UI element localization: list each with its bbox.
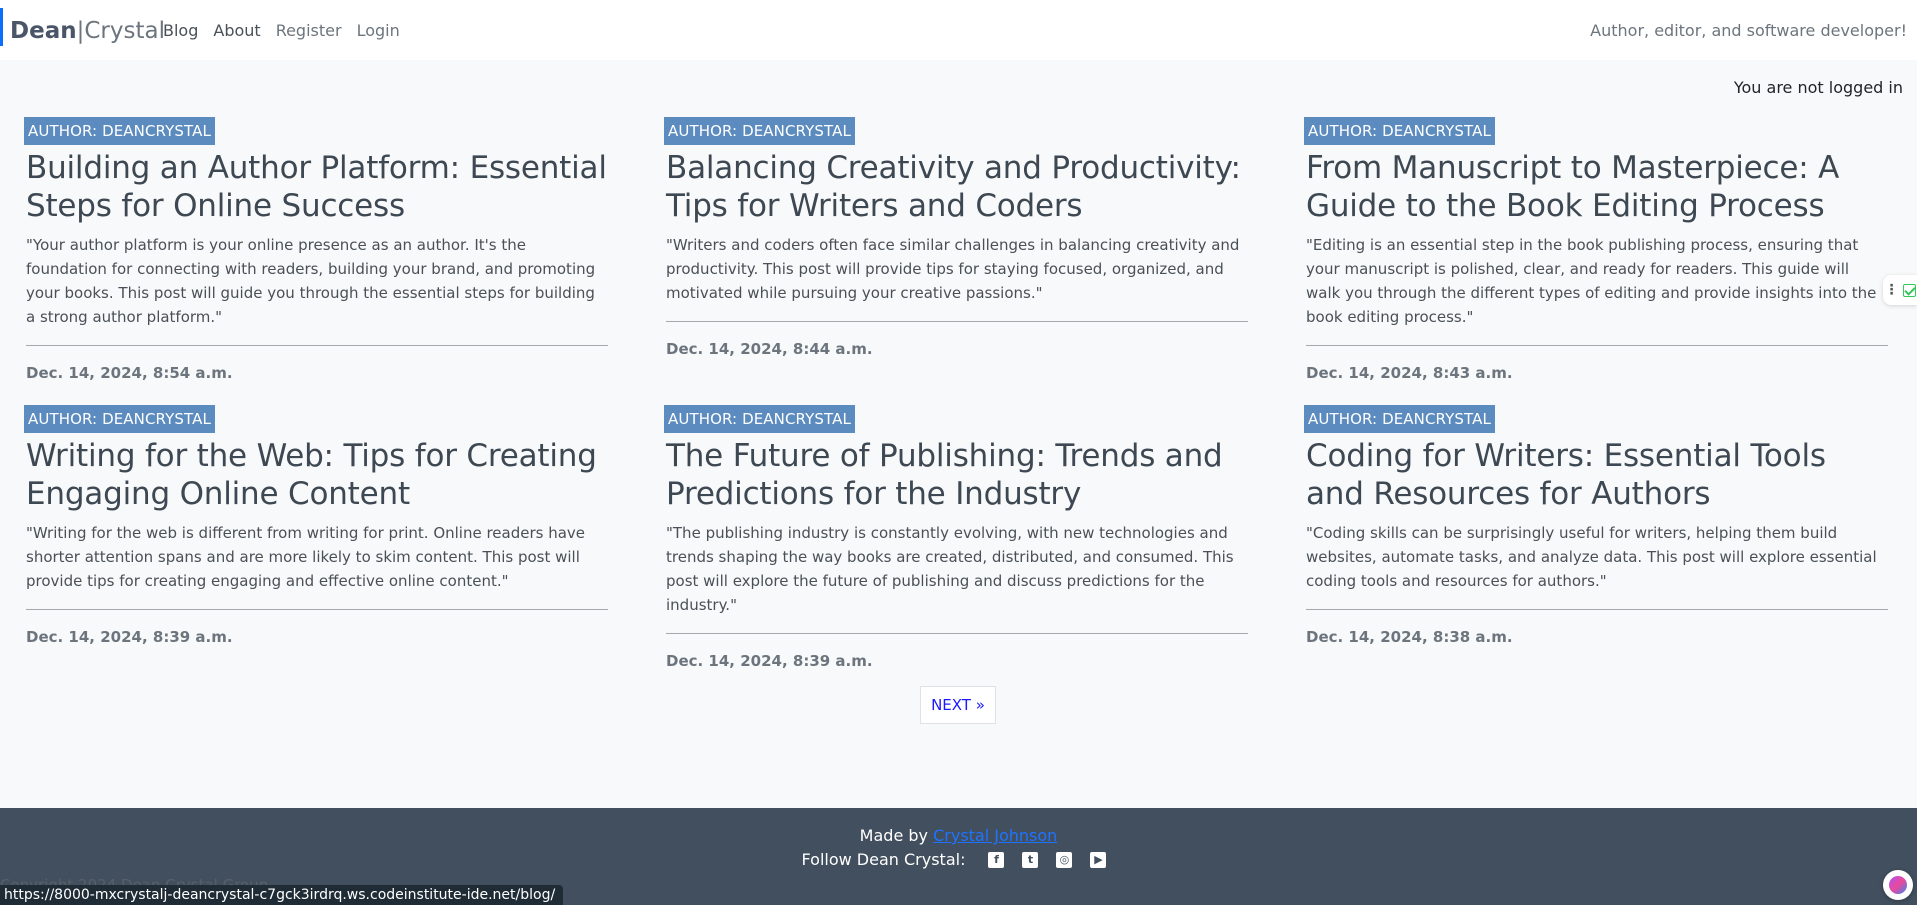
author-badge: AUTHOR: DEANCRYSTAL — [664, 405, 855, 433]
checkbox-icon[interactable] — [1902, 283, 1916, 297]
brand-logo[interactable]: Dean|Crystal — [10, 14, 165, 48]
author-badge: AUTHOR: DEANCRYSTAL — [24, 117, 215, 145]
post-card[interactable]: AUTHOR: DEANCRYSTAL Coding for Writers: … — [1304, 405, 1888, 647]
post-title[interactable]: The Future of Publishing: Trends and Pre… — [666, 437, 1248, 513]
post-date: Dec. 14, 2024, 8:44 a.m. — [666, 340, 873, 358]
author-link[interactable]: Crystal Johnson — [933, 826, 1057, 845]
post-card[interactable]: AUTHOR: DEANCRYSTAL Building an Author P… — [24, 117, 608, 383]
post-excerpt: "Editing is an essential step in the boo… — [1306, 236, 1877, 326]
made-by: Made by Crystal Johnson — [0, 826, 1917, 845]
post-card[interactable]: AUTHOR: DEANCRYSTAL From Manuscript to M… — [1304, 117, 1888, 383]
post-excerpt: "Writing for the web is different from w… — [26, 524, 586, 590]
author-badge: AUTHOR: DEANCRYSTAL — [24, 405, 215, 433]
twitter-icon[interactable]: t — [1022, 851, 1039, 868]
nav-login[interactable]: Login — [357, 20, 400, 42]
next-page-button[interactable]: NEXT » — [920, 686, 996, 724]
post-date: Dec. 14, 2024, 8:39 a.m. — [666, 652, 873, 670]
divider — [1306, 345, 1888, 346]
login-status: You are not logged in — [1733, 78, 1903, 97]
post-title[interactable]: Building an Author Platform: Essential S… — [26, 149, 608, 225]
made-by-prefix: Made by — [859, 826, 928, 845]
post-card[interactable]: AUTHOR: DEANCRYSTAL Balancing Creativity… — [664, 117, 1248, 359]
divider — [26, 609, 608, 610]
post-title[interactable]: Writing for the Web: Tips for Creating E… — [26, 437, 608, 513]
divider — [666, 321, 1248, 322]
brand-accent-bar — [0, 8, 3, 46]
divider — [1306, 609, 1888, 610]
status-bar-url: https://8000-mxcrystalj-deancrystal-c7gc… — [0, 885, 564, 905]
nav-blog[interactable]: Blog — [163, 20, 198, 42]
assistant-icon — [1889, 876, 1907, 894]
nav-register[interactable]: Register — [276, 20, 342, 42]
site-tagline: Author, editor, and software developer! — [1590, 21, 1907, 40]
post-excerpt: "The publishing industry is constantly e… — [666, 524, 1234, 614]
youtube-icon[interactable]: ▶ — [1090, 851, 1107, 868]
post-title[interactable]: Coding for Writers: Essential Tools and … — [1306, 437, 1888, 513]
facebook-icon[interactable]: f — [988, 851, 1005, 868]
navbar: Dean|Crystal Blog About Register Login A… — [0, 0, 1917, 60]
brand-part2: Crystal — [84, 18, 165, 44]
post-excerpt: "Your author platform is your online pre… — [26, 236, 596, 326]
post-date: Dec. 14, 2024, 8:43 a.m. — [1306, 364, 1513, 382]
post-date: Dec. 14, 2024, 8:39 a.m. — [26, 628, 233, 646]
brand-part1: Dean — [10, 18, 77, 44]
side-widget[interactable]: ⋮ — [1883, 275, 1917, 305]
follow-row: Follow Dean Crystal: f t ◎ ▶ — [0, 850, 1917, 869]
post-title[interactable]: Balancing Creativity and Productivity: T… — [666, 149, 1248, 225]
author-badge: AUTHOR: DEANCRYSTAL — [664, 117, 855, 145]
post-card[interactable]: AUTHOR: DEANCRYSTAL The Future of Publis… — [664, 405, 1248, 671]
post-date: Dec. 14, 2024, 8:54 a.m. — [26, 364, 233, 382]
assistant-button[interactable] — [1883, 870, 1913, 900]
follow-label: Follow Dean Crystal: — [801, 850, 966, 869]
divider — [26, 345, 608, 346]
post-title[interactable]: From Manuscript to Masterpiece: A Guide … — [1306, 149, 1888, 225]
instagram-icon[interactable]: ◎ — [1056, 851, 1073, 868]
post-excerpt: "Coding skills can be surprisingly usefu… — [1306, 524, 1877, 590]
nav-links: Blog About Register Login — [163, 20, 415, 42]
author-badge: AUTHOR: DEANCRYSTAL — [1304, 117, 1495, 145]
post-card[interactable]: AUTHOR: DEANCRYSTAL Writing for the Web:… — [24, 405, 608, 647]
divider — [666, 633, 1248, 634]
author-badge: AUTHOR: DEANCRYSTAL — [1304, 405, 1495, 433]
post-excerpt: "Writers and coders often face similar c… — [666, 236, 1240, 302]
post-date: Dec. 14, 2024, 8:38 a.m. — [1306, 628, 1513, 646]
nav-about[interactable]: About — [213, 20, 260, 42]
